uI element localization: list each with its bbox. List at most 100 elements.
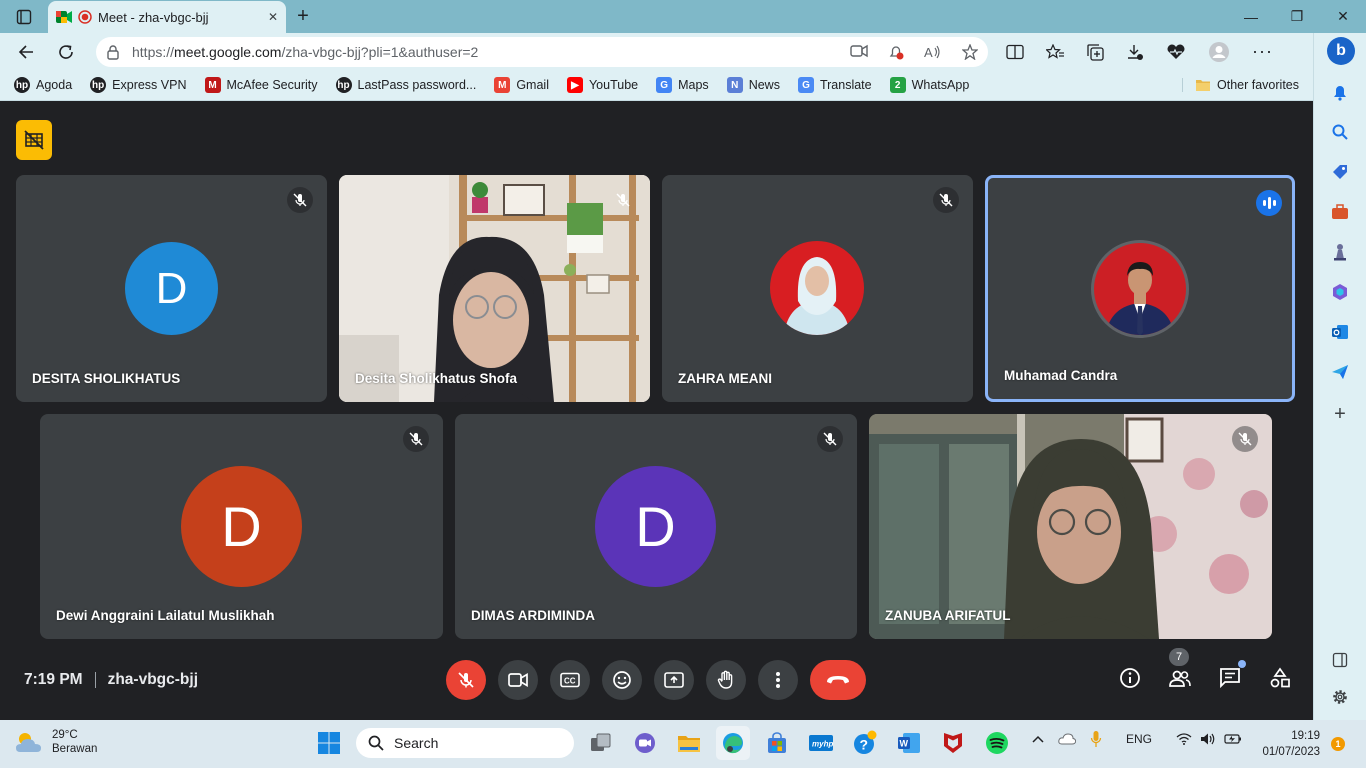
url-text[interactable]: https://meet.google.com/zha-vbgc-bjj?pli… [132, 44, 838, 60]
taskbar-search[interactable]: Search [356, 728, 574, 758]
split-screen-icon[interactable] [1006, 44, 1024, 60]
captions-button[interactable]: CC [550, 660, 590, 700]
participant-name: ZANUBA ARIFATUL [885, 608, 1011, 623]
camera-toggle-button[interactable] [498, 660, 538, 700]
profile-avatar-icon[interactable] [1208, 41, 1230, 63]
mic-toggle-button[interactable] [446, 660, 486, 700]
onedrive-cloud-icon[interactable] [1058, 733, 1076, 745]
more-menu-icon[interactable]: ··· [1252, 41, 1273, 62]
send-plane-icon[interactable] [1329, 361, 1351, 383]
settings-gear-icon[interactable] [1329, 686, 1351, 708]
participant-name: Dewi Anggraini Lailatul Muslikhah [56, 608, 275, 623]
microsoft-365-icon[interactable] [1329, 281, 1351, 303]
tab-close-button[interactable]: ✕ [268, 10, 278, 24]
taskbar-apps: Search myhp ? W [312, 726, 1014, 760]
input-language[interactable]: ENG [1126, 732, 1152, 746]
lock-icon [107, 44, 119, 60]
mic-off-icon [610, 187, 636, 213]
refresh-button[interactable] [46, 37, 86, 67]
quick-settings[interactable] [1176, 732, 1242, 746]
hide-sidebar-icon[interactable] [1329, 649, 1351, 671]
browser-tab-meet[interactable]: Meet - zha-vbgc-bjj ✕ [48, 0, 286, 34]
mcafee-button[interactable] [936, 726, 970, 760]
bookmark-item[interactable]: hp Agoda [14, 77, 72, 93]
get-help-button[interactable]: ? [848, 726, 882, 760]
meeting-info: 7:19 PM zha-vbgc-bjj [24, 671, 198, 689]
games-chess-icon[interactable] [1329, 241, 1351, 263]
bookmark-item[interactable]: G Maps [656, 77, 709, 93]
window-controls: — ❐ ✕ [1228, 0, 1366, 33]
more-options-button[interactable] [758, 660, 798, 700]
add-sidebar-app-icon[interactable]: + [1329, 403, 1351, 425]
people-button[interactable]: 7 [1166, 648, 1194, 692]
new-tab-button[interactable]: + [286, 0, 320, 33]
microsoft-store-button[interactable] [760, 726, 794, 760]
microphone-icon[interactable] [1090, 730, 1102, 748]
other-favorites-folder[interactable]: Other favorites [1182, 78, 1299, 92]
bookmark-item[interactable]: hp LastPass password... [335, 77, 477, 93]
bookmark-item[interactable]: G Translate [797, 77, 872, 93]
teams-chat-button[interactable] [628, 726, 662, 760]
bookmark-item[interactable]: hp Express VPN [90, 77, 187, 93]
favorite-star-icon[interactable] [962, 43, 978, 60]
bookmark-item[interactable]: M McAfee Security [204, 77, 318, 93]
start-button[interactable] [312, 726, 346, 760]
back-button[interactable] [6, 37, 46, 67]
health-heart-icon[interactable] [1166, 44, 1186, 60]
activities-button[interactable] [1266, 664, 1294, 692]
participant-tile-video[interactable]: Desita Sholikhatus Shofa [339, 175, 650, 402]
reactions-button[interactable] [602, 660, 642, 700]
participant-video-feed [339, 175, 650, 402]
participant-tile[interactable]: D DIMAS ARDIMINDA [455, 414, 857, 639]
downloads-icon[interactable] [1126, 43, 1144, 61]
bookmark-label: LastPass password... [357, 78, 477, 92]
notification-blocked-icon[interactable] [888, 44, 904, 60]
bookmark-item[interactable]: ▶ YouTube [566, 77, 638, 93]
notification-badge[interactable]: 1 [1331, 737, 1345, 751]
meeting-side-controls: 7 [1116, 648, 1294, 692]
leave-call-button[interactable] [810, 660, 866, 700]
read-aloud-icon[interactable]: A [924, 44, 942, 60]
participant-tile-active-speaker[interactable]: Muhamad Candra [985, 175, 1295, 402]
spotify-button[interactable] [980, 726, 1014, 760]
myhp-button[interactable]: myhp [804, 726, 838, 760]
bell-icon[interactable] [1329, 81, 1351, 103]
file-explorer-button[interactable] [672, 726, 706, 760]
meeting-details-button[interactable] [1116, 664, 1144, 692]
edge-browser-button[interactable] [716, 726, 750, 760]
taskbar-clock[interactable]: 19:19 01/07/2023 [1262, 728, 1320, 760]
shopping-tag-icon[interactable] [1329, 161, 1351, 183]
outlook-icon[interactable] [1329, 321, 1351, 343]
folder-icon [1196, 80, 1211, 91]
help-question-icon: ? [854, 730, 877, 754]
participant-tile[interactable]: D DESITA SHOLIKHATUS [16, 175, 327, 402]
participant-tile[interactable]: ZAHRA MEANI [662, 175, 973, 402]
participant-tile[interactable]: D Dewi Anggraini Lailatul Muslikhah [40, 414, 443, 639]
restore-button[interactable]: ❐ [1274, 0, 1320, 33]
participant-tile-video[interactable]: ZANUBA ARIFATUL [869, 414, 1272, 639]
minimize-button[interactable]: — [1228, 0, 1274, 33]
tab-actions-button[interactable] [0, 0, 48, 33]
tools-briefcase-icon[interactable] [1329, 201, 1351, 223]
bookmark-label: Express VPN [112, 78, 187, 92]
url-bar[interactable]: https://meet.google.com/zha-vbgc-bjj?pli… [96, 36, 988, 67]
collections-icon[interactable] [1086, 43, 1104, 61]
favorites-icon[interactable] [1046, 43, 1064, 60]
chat-button[interactable] [1216, 660, 1246, 692]
meet-activity-badge[interactable] [16, 120, 52, 160]
chevron-up-icon[interactable] [1032, 734, 1044, 744]
edge-sidebar: b + [1313, 33, 1366, 720]
bookmark-item[interactable]: N News [726, 77, 780, 93]
camera-permission-icon[interactable] [850, 44, 868, 58]
bookmark-item[interactable]: 2 WhatsApp [889, 77, 969, 93]
search-icon[interactable] [1329, 121, 1351, 143]
bing-chat-icon[interactable]: b [1327, 37, 1355, 65]
word-button[interactable]: W [892, 726, 926, 760]
present-screen-button[interactable] [654, 660, 694, 700]
bing-b-glyph: b [1336, 42, 1346, 59]
task-view-button[interactable] [584, 726, 618, 760]
weather-widget[interactable]: 29°C Berawan [14, 728, 97, 756]
close-window-button[interactable]: ✕ [1320, 0, 1366, 33]
bookmark-item[interactable]: M Gmail [494, 77, 549, 93]
raise-hand-button[interactable] [706, 660, 746, 700]
